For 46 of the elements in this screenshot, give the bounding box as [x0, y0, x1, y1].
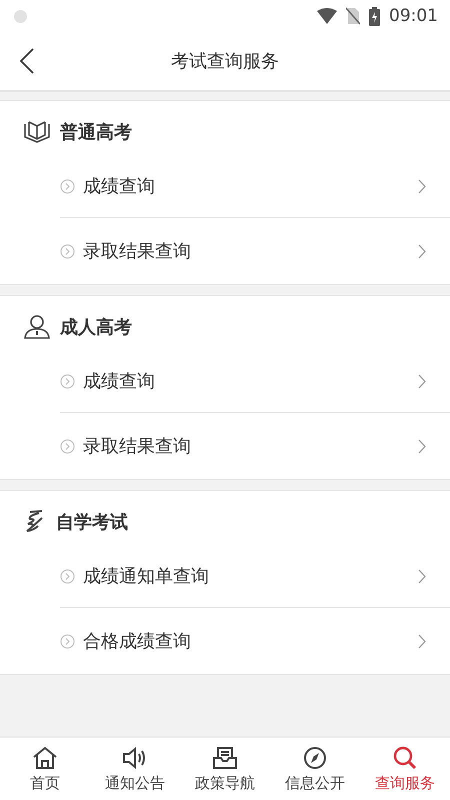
circle-chevron-icon: [60, 438, 75, 454]
circle-chevron-icon: [60, 244, 75, 258]
circle-chevron-icon: [60, 374, 75, 388]
chevron-right-icon: [418, 634, 426, 648]
item-label: 录取结果查询: [83, 240, 192, 263]
person-icon: [24, 315, 50, 339]
section-title: 成人高考: [60, 316, 132, 339]
chevron-right-icon: [418, 438, 426, 454]
query-list-item[interactable]: 成绩通知单查询: [60, 545, 450, 608]
search-icon: [392, 746, 418, 770]
query-list-item[interactable]: 合格成绩查询: [60, 608, 450, 674]
status-time: 09:01: [389, 6, 438, 26]
query-list-item[interactable]: 成绩查询: [60, 155, 450, 218]
battery-icon: [369, 6, 380, 26]
section-title: 自学考试: [56, 511, 128, 534]
chevron-right-icon: [418, 178, 426, 194]
document-tray-icon: [212, 746, 238, 770]
item-label: 成绩查询: [83, 175, 156, 198]
item-label: 成绩查询: [83, 370, 156, 393]
home-icon: [32, 746, 58, 770]
chevron-right-icon: [418, 568, 426, 584]
query-list-item[interactable]: 成绩查询: [60, 350, 450, 413]
circle-chevron-icon: [60, 178, 75, 194]
item-label: 成绩通知单查询: [83, 565, 210, 588]
chevron-right-icon: [418, 244, 426, 258]
item-label: 录取结果查询: [83, 435, 192, 458]
back-icon[interactable]: [20, 48, 34, 74]
circle-chevron-icon: [60, 568, 75, 584]
nav-tab[interactable]: 查询服务: [360, 738, 450, 800]
chevron-right-icon: [418, 374, 426, 388]
book-icon: [24, 121, 50, 143]
circle-chevron-icon: [60, 634, 75, 648]
nav-tab[interactable]: 信息公开: [270, 738, 360, 800]
section-title: 普通高考: [60, 121, 132, 144]
speaker-icon: [122, 746, 148, 770]
query-list-item[interactable]: 录取结果查询: [60, 413, 450, 479]
no-sim-icon: [346, 7, 360, 25]
notification-dot-icon: [14, 10, 27, 22]
nav-tab[interactable]: 政策导航: [180, 738, 270, 800]
wifi-icon: [317, 8, 337, 24]
page-title: 考试查询服务: [171, 50, 279, 73]
item-label: 合格成绩查询: [83, 630, 192, 653]
nav-tab[interactable]: 通知公告: [90, 738, 180, 800]
nav-tab[interactable]: 首页: [0, 738, 90, 800]
compass-icon: [302, 746, 328, 770]
query-list-item[interactable]: 录取结果查询: [60, 218, 450, 284]
